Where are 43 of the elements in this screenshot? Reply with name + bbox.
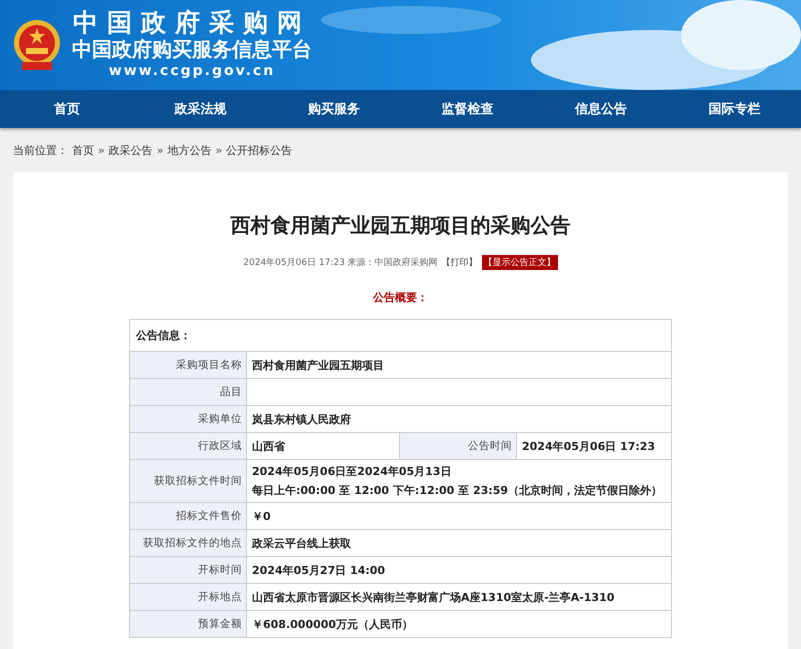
breadcrumb-link[interactable]: 首页 [72, 142, 94, 158]
field-label: 采购项目名称 [130, 352, 247, 378]
summary-heading: 公告概要： [373, 290, 428, 305]
emblem-icon [12, 18, 62, 72]
table-cell-text: 2024年05月27日 14:00 [251, 562, 386, 578]
field-label: 预算金额 [130, 611, 247, 637]
table-cell-text: 山西省太原市晋源区长兴南街兰亭财富广场A座1310室太原-兰亭A-1310 [251, 590, 616, 606]
site-subtitle: 中国政府购买服务信息平台 [72, 37, 312, 61]
field-label: 获取招标文件的地点 [130, 530, 247, 556]
nav-link[interactable]: 政采法规 [174, 100, 226, 118]
breadcrumb-link[interactable]: 政采公告 [108, 142, 153, 158]
field-label: 开标时间 [130, 557, 247, 583]
table-cell-text: 2024年05月06日 17:23 [521, 438, 656, 454]
breadcrumb-link[interactable]: 地方公告 [167, 142, 212, 158]
breadcrumb-label: 当前位置： [13, 142, 68, 158]
field-label: 行政区域 [130, 433, 247, 459]
article-title: 西村食用菌产业园五期项目的采购公告 [230, 212, 570, 239]
site-title: 中国政府采购网 [73, 9, 311, 37]
nav-link[interactable]: 信息公告 [574, 100, 627, 118]
table-cell-text: ￥0 [251, 508, 272, 524]
table-cell-text: 西村食用菌产业园五期项目 [251, 358, 385, 374]
nav-link[interactable]: 国际专栏 [708, 100, 760, 118]
table-cell-text: ￥608.000000万元（人民币） [251, 616, 414, 632]
breadcrumb-separator: » [98, 144, 105, 156]
breadcrumb-link[interactable]: 公开招标公告 [226, 142, 292, 158]
field-label: 获取招标文件时间 [130, 460, 247, 502]
field-label: 采购单位 [130, 406, 247, 432]
nav-link[interactable]: 购买服务 [308, 100, 360, 118]
breadcrumb-separator: » [156, 144, 164, 156]
table-cell-text: 岚县东村镇人民政府 [251, 412, 352, 428]
breadcrumb-separator: » [215, 144, 222, 156]
print-link[interactable]: 【打印】 [442, 256, 478, 269]
table-cell-text: 政采云平台线上获取 [250, 536, 352, 552]
nav-link[interactable]: 监督检查 [441, 100, 494, 118]
field-label: 公告时间 [400, 433, 517, 459]
show-text-button[interactable]: 【显示公告正文】 [482, 255, 558, 270]
article-meta: 2024年05月06日 17:23 来源：中国政府采购网 [243, 256, 438, 269]
field-label: 品目 [130, 379, 247, 405]
site-url: www.ccgp.gov.cn [108, 62, 276, 81]
field-label: 招标文件售价 [130, 503, 247, 529]
field-label: 开标地点 [130, 584, 247, 610]
table-cell-text: 2024年05月06日至2024年05月13日 每日上午:00:00 至 12:00 下午:12:00 至 23:59（北京时间，法定节假日除外） [251, 464, 664, 499]
nav-link[interactable]: 首页 [54, 100, 80, 118]
